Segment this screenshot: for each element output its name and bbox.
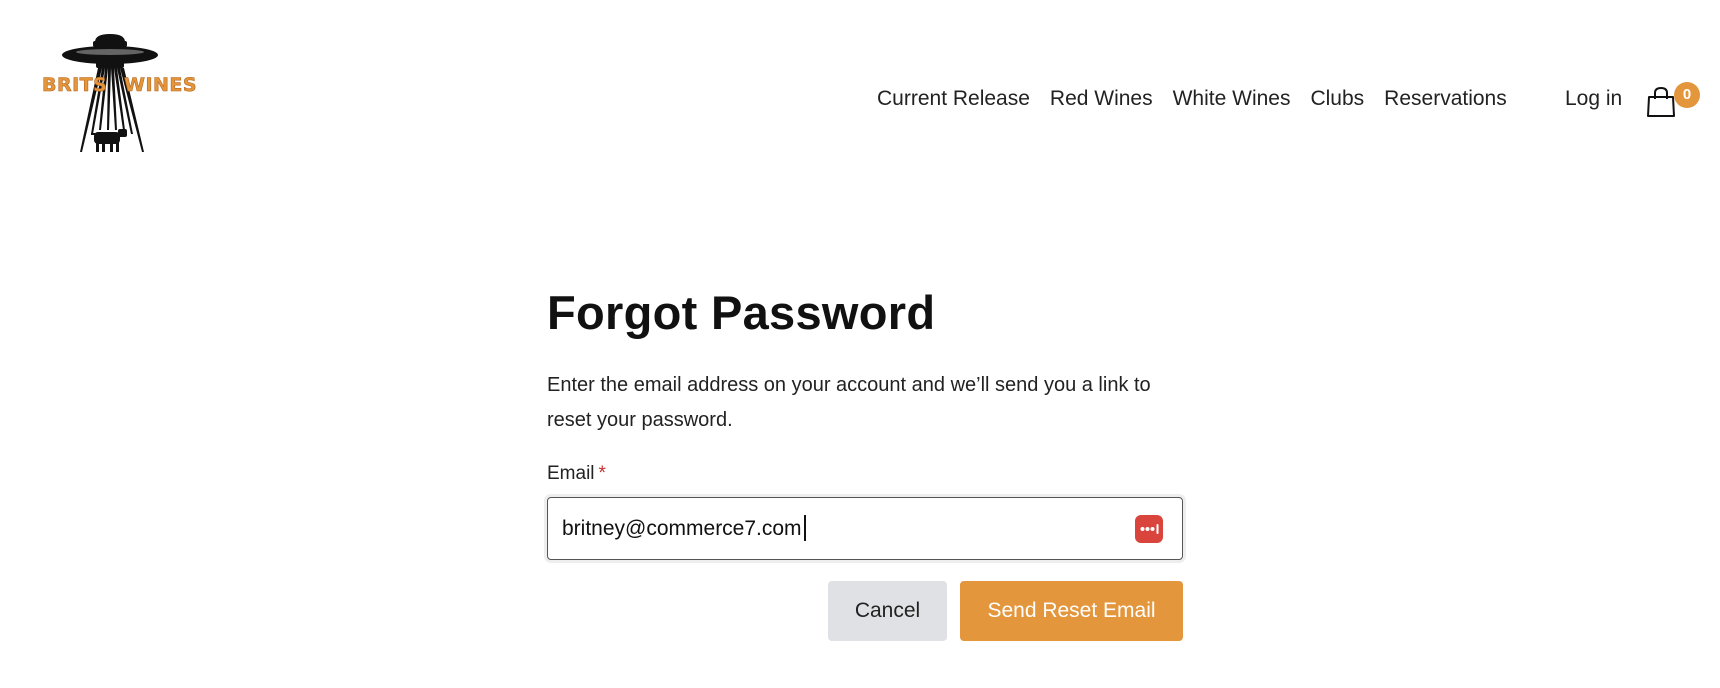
email-label-text: Email xyxy=(547,463,595,484)
send-reset-email-button[interactable]: Send Reset Email xyxy=(960,581,1183,641)
nav-item-reservations[interactable]: Reservations xyxy=(1384,86,1507,112)
nav-item-white-wines[interactable]: White Wines xyxy=(1173,86,1291,112)
logo-text-left: BRITS xyxy=(42,74,108,97)
nav-item-clubs[interactable]: Clubs xyxy=(1310,86,1364,112)
brand-logo[interactable]: BRITS WINES xyxy=(38,34,197,160)
cart-button[interactable]: 0 xyxy=(1646,82,1702,118)
login-link[interactable]: Log in xyxy=(1565,86,1622,112)
logo-text-right: WINES xyxy=(124,74,198,97)
nav-item-current-release[interactable]: Current Release xyxy=(877,86,1030,112)
email-field[interactable] xyxy=(562,498,1122,559)
nav-item-red-wines[interactable]: Red Wines xyxy=(1050,86,1153,112)
main-nav: Current Release Red Wines White Wines Cl… xyxy=(877,86,1527,112)
form-description: Enter the email address on your account … xyxy=(547,374,1151,431)
email-label: Email * xyxy=(547,462,1183,486)
cart-count-badge: 0 xyxy=(1674,82,1700,108)
page-title: Forgot Password xyxy=(547,286,936,339)
email-field-wrapper xyxy=(547,497,1183,560)
cancel-button[interactable]: Cancel xyxy=(828,581,947,641)
required-indicator: * xyxy=(598,463,606,484)
password-dots-icon xyxy=(1140,524,1159,534)
page: BRITS WINES Current Release Red Wines Wh… xyxy=(0,0,1720,688)
shopping-bag-icon xyxy=(1647,86,1675,117)
text-cursor xyxy=(804,515,806,541)
form-actions: Cancel Send Reset Email xyxy=(828,581,1183,641)
ufo-logo-icon xyxy=(62,34,158,152)
password-manager-icon[interactable] xyxy=(1135,515,1163,543)
forgot-password-form: Forgot Password Enter the email address … xyxy=(547,284,1183,641)
